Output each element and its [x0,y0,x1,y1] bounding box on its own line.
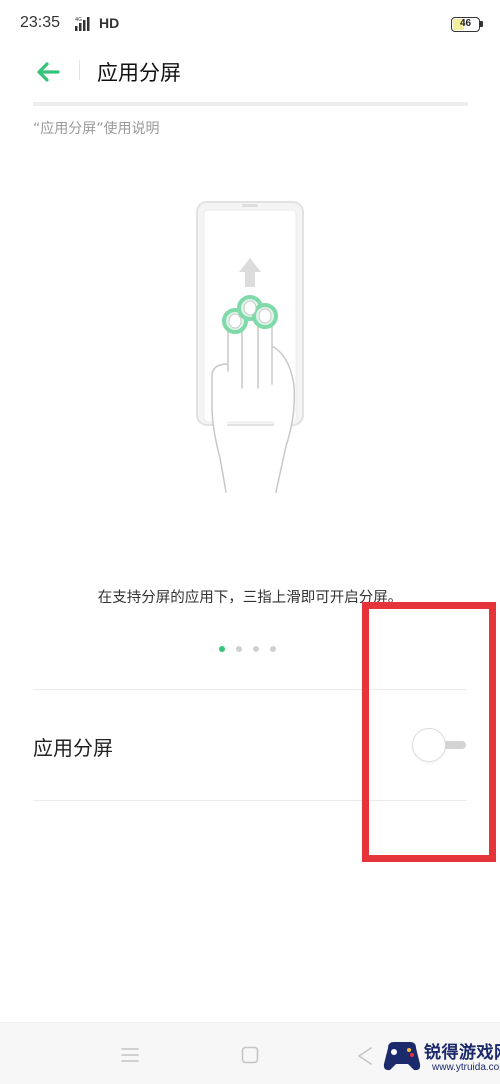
app-header: 应用分屏 [0,48,500,106]
highlight-box [362,602,496,862]
svg-text:4G: 4G [75,17,82,23]
gamepad-logo-icon [383,1042,421,1071]
battery-percent: 46 [459,18,472,29]
back-icon[interactable] [356,1045,374,1067]
page-dot[interactable] [219,646,225,652]
three-finger-swipe-up-icon [196,201,304,493]
menu-icon[interactable] [120,1047,140,1063]
instructions-link[interactable]: “应用分屏”使用说明 [33,118,160,138]
watermark-url: www.ytruida.com [432,1062,500,1073]
page-dot[interactable] [270,646,276,652]
watermark-title: 锐得游戏网 [424,1043,500,1063]
page-dot[interactable] [253,646,259,652]
back-button[interactable] [28,52,68,92]
header-rule [33,102,468,106]
battery-icon: 46 [451,17,480,32]
page-title: 应用分屏 [97,61,181,85]
signal-icon: 4G [75,17,90,31]
page-dot[interactable] [236,646,242,652]
battery-tip [480,21,483,27]
home-icon[interactable] [241,1046,259,1064]
watermark: 锐得游戏网 www.ytruida.com [380,1030,500,1084]
setting-label: 应用分屏 [33,736,113,760]
hd-indicator: HD [99,15,120,31]
header-divider [79,60,80,80]
status-time: 23:35 [20,14,61,31]
back-arrow-icon [37,62,60,82]
status-bar: 23:35 4G HD 46 [0,0,500,48]
